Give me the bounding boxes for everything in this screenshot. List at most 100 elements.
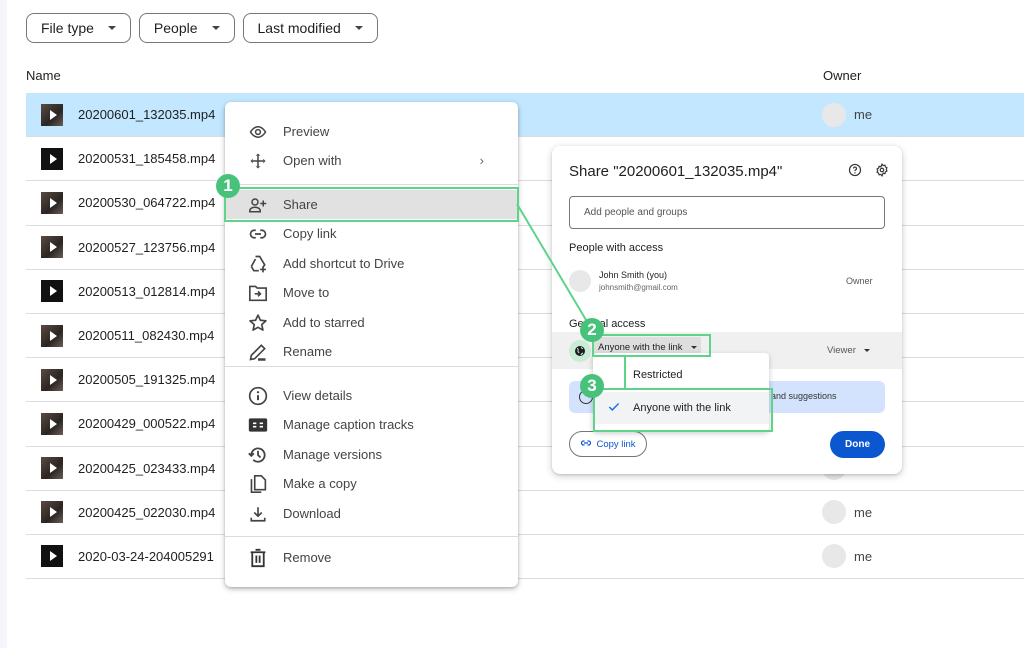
download-icon	[247, 503, 269, 525]
menu-item-label: Copy link	[283, 226, 337, 241]
step-badge-2: 2	[580, 318, 604, 342]
person-name: John Smith (you)	[599, 270, 668, 280]
menu-item-label: Make a copy	[283, 476, 357, 491]
play-icon	[49, 286, 57, 297]
filter-file-type[interactable]: File type	[26, 13, 131, 43]
menu-item-manage-versions[interactable]: Manage versions	[225, 440, 518, 469]
role-select[interactable]: Viewer	[827, 345, 870, 356]
drive-shortcut-icon	[247, 253, 269, 275]
copy-link-label: Copy link	[596, 438, 636, 450]
caret-down-icon	[107, 26, 116, 30]
access-dropdown: Restricted Anyone with the link	[593, 353, 769, 431]
link-icon	[580, 437, 592, 452]
add-people-input[interactable]: Add people and groups	[569, 196, 885, 229]
open-with-icon	[247, 150, 269, 172]
person-role: Owner	[846, 276, 873, 286]
share-dialog-title: Share "20200601_132035.mp4"	[569, 163, 783, 180]
menu-item-label: Share	[283, 197, 318, 212]
general-access-value: Anyone with the link	[598, 341, 683, 353]
video-thumbnail-icon	[41, 191, 63, 214]
file-row[interactable]: 20200425_022030.mp4 me	[26, 491, 1024, 535]
checkmark-icon	[607, 400, 621, 417]
filter-last-modified[interactable]: Last modified	[242, 13, 378, 43]
info-banner-text: and suggestions	[771, 391, 837, 401]
caret-down-icon	[211, 26, 220, 30]
menu-item-label: Preview	[283, 124, 330, 139]
play-icon	[49, 330, 57, 341]
video-thumbnail-icon	[41, 545, 63, 568]
file-name: 20200425_022030.mp4	[78, 504, 216, 520]
menu-item-add-shortcut-to-drive[interactable]: Add shortcut to Drive	[225, 249, 518, 278]
video-thumbnail-icon	[41, 103, 63, 126]
trash-icon	[247, 547, 269, 569]
chevron-right-icon: ›	[479, 153, 484, 168]
menu-item-copy-link[interactable]: Copy link	[225, 219, 518, 248]
context-menu: Preview Open with › Share Copy link Add short…	[225, 102, 518, 587]
menu-item-label: Remove	[283, 550, 332, 565]
pencil-icon	[247, 341, 269, 363]
video-thumbnail-icon	[41, 457, 63, 480]
avatar	[822, 500, 846, 525]
settings-gear-icon[interactable]	[875, 163, 889, 182]
menu-item-make-a-copy[interactable]: Make a copy	[225, 469, 518, 498]
caret-down-icon	[690, 345, 697, 349]
menu-item-download[interactable]: Download	[225, 499, 518, 528]
file-row[interactable]: 2020-03-24-204005291 me	[26, 535, 1024, 580]
menu-item-label: Rename	[283, 344, 333, 359]
file-row[interactable]: 20200601_132035.mp4 me	[26, 93, 1024, 138]
video-thumbnail-icon	[41, 236, 63, 259]
option-label: Anyone with the link	[633, 402, 731, 414]
done-button[interactable]: Done	[830, 431, 885, 458]
menu-item-manage-caption-tracks[interactable]: Manage caption tracks	[225, 410, 518, 439]
video-thumbnail-icon	[41, 412, 63, 435]
file-name: 20200429_000522.mp4	[78, 416, 216, 432]
menu-item-preview[interactable]: Preview	[225, 117, 518, 146]
avatar	[569, 270, 591, 292]
menu-divider	[225, 536, 518, 537]
info-icon	[247, 385, 269, 407]
menu-item-label: Add shortcut to Drive	[283, 256, 405, 271]
eye-icon	[247, 121, 269, 143]
owner-name: me	[854, 504, 873, 520]
play-icon	[49, 153, 57, 164]
copy-link-button[interactable]: Copy link	[569, 431, 647, 457]
video-thumbnail-icon	[41, 324, 63, 347]
menu-item-move-to[interactable]: Move to	[225, 278, 518, 307]
file-name: 20200530_064722.mp4	[78, 195, 216, 211]
menu-item-add-to-starred[interactable]: Add to starred	[225, 308, 518, 337]
menu-divider	[225, 366, 518, 367]
file-name: 20200505_191325.mp4	[78, 372, 216, 388]
column-header-name[interactable]: Name	[26, 68, 61, 83]
menu-item-label: Move to	[283, 285, 330, 300]
people-with-access-heading: People with access	[569, 242, 664, 254]
menu-item-share[interactable]: Share	[225, 190, 518, 219]
access-option-restricted[interactable]: Restricted	[593, 359, 769, 391]
help-icon[interactable]	[848, 163, 862, 182]
play-icon	[49, 109, 57, 120]
step-badge-1: 1	[216, 174, 240, 198]
history-icon	[247, 444, 269, 466]
owner-cell: me	[822, 102, 872, 127]
play-icon	[49, 507, 57, 518]
file-name: 20200425_023433.mp4	[78, 460, 216, 476]
filter-people[interactable]: People	[138, 13, 235, 43]
access-option-anyone-with-link[interactable]: Anyone with the link	[593, 392, 769, 424]
video-thumbnail-icon	[41, 501, 63, 524]
link-icon	[247, 223, 269, 245]
menu-item-label: Add to starred	[283, 315, 365, 330]
star-icon	[247, 312, 269, 334]
person-add-icon	[247, 194, 269, 216]
column-header-owner[interactable]: Owner	[823, 68, 861, 83]
file-name: 20200601_132035.mp4	[78, 107, 216, 123]
menu-item-remove[interactable]: Remove	[225, 543, 518, 572]
menu-item-open-with[interactable]: Open with ›	[225, 146, 518, 175]
menu-item-view-details[interactable]: View details	[225, 381, 518, 410]
avatar	[822, 544, 846, 569]
video-thumbnail-icon	[41, 147, 63, 170]
file-name: 2020-03-24-204005291	[78, 548, 214, 564]
move-folder-icon	[247, 282, 269, 304]
menu-item-label: Manage caption tracks	[283, 417, 414, 432]
sidebar-edge	[0, 0, 7, 648]
copy-icon	[247, 473, 269, 495]
menu-item-rename[interactable]: Rename	[225, 337, 518, 366]
